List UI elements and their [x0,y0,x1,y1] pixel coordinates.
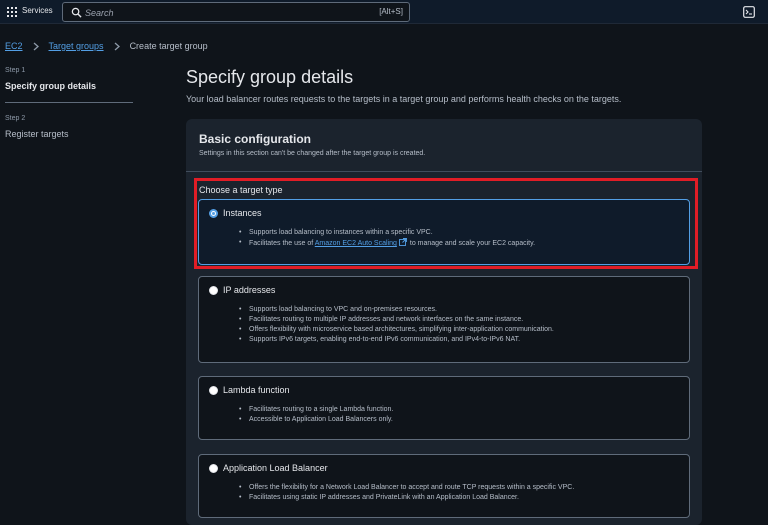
search-icon [71,7,82,18]
list-item: Facilitates routing to multiple IP addre… [239,315,554,325]
search-input[interactable] [85,5,365,20]
list-item: Facilitates using static IP addresses an… [239,493,574,503]
step-divider [5,102,133,103]
step-2-title[interactable]: Register targets [5,129,69,139]
radio-application-load-balancer[interactable] [209,464,218,473]
page-title: Specify group details [186,67,354,87]
terminal-icon[interactable] [743,6,755,18]
list-item: Offers the flexibility for a Network Loa… [239,483,574,493]
breadcrumb-current: Create target group [129,41,208,51]
step-2-label: Step 2 [5,115,26,122]
section-description: Settings in this section can't be change… [199,150,426,157]
list-item: Offers flexibility with microservice bas… [239,325,554,335]
breadcrumb: EC2 Target groups Create target group [5,40,208,52]
list-item: Supports load balancing to VPC and on-pr… [239,305,554,315]
step-1-label: Step 1 [5,67,26,74]
target-type-option-ip-addresses[interactable]: IP addresses Supports load balancing to … [198,276,690,363]
list-item: Facilitates routing to a single Lambda f… [239,405,393,415]
breadcrumb-link-target-groups[interactable]: Target groups [49,41,104,51]
search-box[interactable]: [Alt+S] [62,2,410,22]
target-type-option-lambda-function[interactable]: Lambda function Facilitates routing to a… [198,376,690,440]
option-bullets: Offers the flexibility for a Network Loa… [239,483,574,503]
search-shortcut-hint: [Alt+S] [379,7,403,16]
chevron-right-icon [33,42,39,50]
target-type-option-application-load-balancer[interactable]: Application Load Balancer Offers the fle… [198,454,690,518]
step-1-title: Specify group details [5,81,97,91]
chevron-right-icon [114,42,120,50]
radio-lambda-function[interactable] [209,386,218,395]
radio-ip-addresses[interactable] [209,286,218,295]
section-title: Basic configuration [199,132,312,146]
list-item: Accessible to Application Load Balancers… [239,415,393,425]
page-description: Your load balancer routes requests to th… [186,94,622,104]
option-title: Application Load Balancer [223,463,328,473]
option-bullets: Supports load balancing to VPC and on-pr… [239,305,554,345]
grid-menu-icon[interactable] [7,7,17,17]
option-bullets: Facilitates routing to a single Lambda f… [239,405,393,425]
top-nav: Services [Alt+S] [0,0,768,24]
list-item: Supports IPv6 targets, enabling end-to-e… [239,335,554,345]
option-title: IP addresses [223,285,276,295]
option-title: Lambda function [223,385,290,395]
highlight-annotation [194,178,698,269]
breadcrumb-link-ec2[interactable]: EC2 [5,41,23,51]
services-menu[interactable]: Services [22,6,53,15]
panel-header: Basic configuration Settings in this sec… [186,119,702,172]
